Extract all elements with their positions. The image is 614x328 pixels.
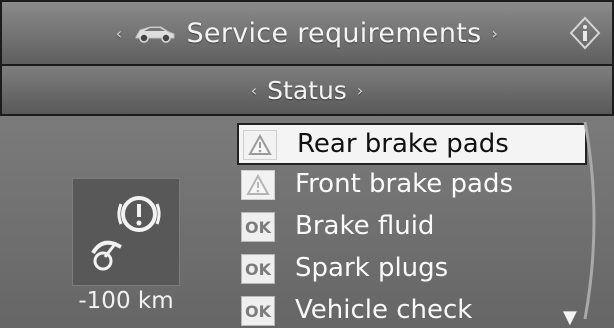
service-item-label: Rear brake pads: [297, 129, 509, 159]
service-item-front-brake-pads[interactable]: Front brake pads: [237, 165, 587, 207]
warning-icon: [243, 130, 277, 160]
idrive-screen: ‹ Service requirements › ‹ Status › -100…: [0, 0, 614, 328]
service-requirements-header[interactable]: ‹ Service requirements ›: [0, 0, 614, 66]
remaining-distance: -100 km: [78, 288, 174, 314]
service-item-label: Front brake pads: [295, 169, 514, 199]
car-icon: [135, 26, 175, 43]
service-item-spark-plugs[interactable]: OK Spark plugs: [237, 249, 587, 291]
status-left-arrow[interactable]: ‹: [251, 81, 257, 100]
service-item-label: Spark plugs: [295, 253, 449, 283]
status-header[interactable]: ‹ Status ›: [0, 66, 614, 116]
service-content: -100 km Rear brake pads Front brake pads…: [0, 116, 614, 328]
brake-warning-icon: [91, 196, 161, 271]
service-items-list[interactable]: Rear brake pads Front brake pads OK Brak…: [237, 116, 591, 328]
header-title-group: ‹ Service requirements ›: [116, 18, 498, 49]
status-title: Status: [267, 75, 347, 105]
service-item-vehicle-check[interactable]: OK Vehicle check: [237, 291, 587, 328]
ok-badge: OK: [241, 254, 275, 284]
service-item-rear-brake-pads[interactable]: Rear brake pads: [237, 123, 587, 165]
page-title: Service requirements: [186, 17, 482, 49]
warning-icon: [241, 170, 275, 200]
scroll-track[interactable]: [583, 118, 607, 323]
header-left-arrow[interactable]: ‹: [116, 24, 123, 43]
ok-badge: OK: [241, 212, 275, 242]
brake-warning-panel: [72, 178, 180, 286]
service-item-label: Vehicle check: [295, 295, 473, 325]
status-right-arrow[interactable]: ›: [357, 81, 363, 100]
scroll-down-icon[interactable]: ▼: [563, 307, 577, 328]
header-right-arrow[interactable]: ›: [492, 24, 499, 43]
service-item-label: Brake fluid: [295, 211, 435, 241]
status-title-group: ‹ Status ›: [251, 76, 363, 105]
info-icon[interactable]: [568, 16, 602, 50]
service-item-brake-fluid[interactable]: OK Brake fluid: [237, 207, 587, 249]
ok-badge: OK: [241, 296, 275, 326]
